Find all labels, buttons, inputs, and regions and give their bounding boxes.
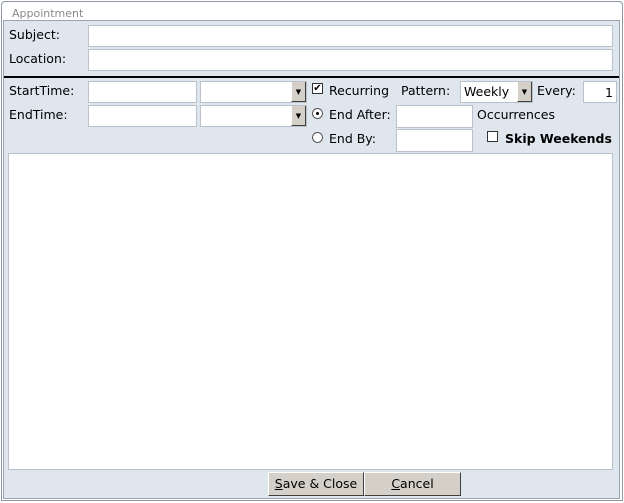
cancel-accesskey: C xyxy=(391,476,401,491)
recurring-label: Recurring xyxy=(329,83,389,98)
location-input[interactable] xyxy=(88,49,613,71)
save-close-button[interactable]: Save & Close xyxy=(268,472,364,496)
subject-label: Subject: xyxy=(9,27,60,42)
chevron-down-icon[interactable]: ▼ xyxy=(291,106,306,126)
end-date-input[interactable] xyxy=(88,105,197,127)
start-time-label: StartTime: xyxy=(9,83,75,98)
cancel-button[interactable]: Cancel xyxy=(364,472,461,496)
every-label: Every: xyxy=(537,83,576,98)
cancel-label: ancel xyxy=(400,476,434,491)
checkmark-icon: ✔ xyxy=(313,83,322,94)
occurrences-label: Occurrences xyxy=(477,107,555,122)
save-accesskey: S xyxy=(274,476,283,491)
every-input[interactable] xyxy=(583,81,617,103)
end-by-input[interactable] xyxy=(396,129,473,152)
end-by-radio[interactable] xyxy=(312,132,323,143)
subject-input[interactable] xyxy=(88,25,613,47)
end-after-input[interactable] xyxy=(396,105,473,128)
pattern-label: Pattern: xyxy=(401,83,451,98)
chevron-down-icon[interactable]: ▼ xyxy=(517,82,532,102)
start-date-input[interactable] xyxy=(88,81,197,103)
window-title: Appointment xyxy=(12,7,84,20)
end-time-label: EndTime: xyxy=(9,107,68,122)
location-label: Location: xyxy=(9,51,67,66)
save-label: ave & Close xyxy=(282,476,358,491)
skip-weekends-checkbox[interactable] xyxy=(487,131,498,142)
divider xyxy=(4,76,619,78)
chevron-down-icon[interactable]: ▼ xyxy=(291,82,306,102)
recurring-checkbox[interactable]: ✔ xyxy=(312,83,323,94)
end-after-label: End After: xyxy=(329,107,391,122)
end-after-radio[interactable] xyxy=(312,108,323,119)
skip-weekends-label: Skip Weekends xyxy=(505,131,612,146)
notes-textarea[interactable] xyxy=(8,153,613,470)
end-by-label: End By: xyxy=(329,131,377,146)
